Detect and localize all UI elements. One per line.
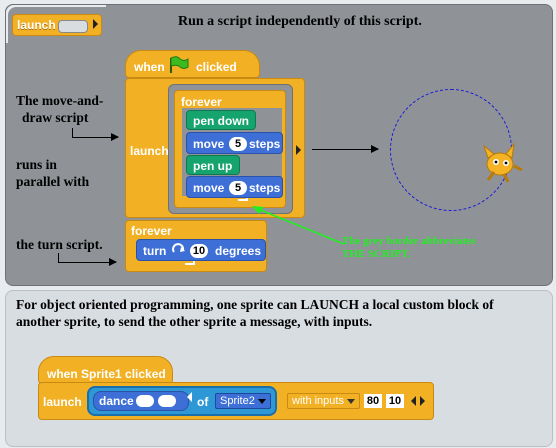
- green-flag-icon: [168, 56, 190, 77]
- turn-degrees-input[interactable]: 10: [190, 244, 208, 258]
- annotation-line: parallel with: [16, 174, 90, 189]
- dance-block[interactable]: dance: [93, 391, 189, 411]
- annotation-line: runs in: [16, 157, 57, 172]
- launch-label: launch: [130, 144, 169, 158]
- pen-down-block[interactable]: pen down: [186, 110, 256, 130]
- input-value-2[interactable]: 10: [386, 394, 404, 408]
- pointer-arrow-icon: [72, 133, 119, 141]
- when-flag-clicked-hat[interactable]: when clicked: [125, 50, 260, 78]
- steps-label: steps: [249, 181, 281, 195]
- palette-tab: launch: [6, 5, 106, 43]
- move-steps-input[interactable]: 5: [229, 137, 247, 151]
- hat-when-label: when: [134, 60, 165, 74]
- launch-label: launch: [43, 395, 82, 409]
- palette-launch-slot[interactable]: [58, 20, 88, 33]
- chevron-down-icon: [257, 398, 266, 404]
- palette-launch-label: launch: [17, 18, 56, 32]
- steps-label: steps: [249, 137, 281, 151]
- arrow-left-icon[interactable]: [411, 396, 416, 406]
- arrow-left-icon[interactable]: [187, 392, 192, 402]
- hat-label: when Sprite1 clicked: [47, 367, 166, 381]
- arrow-right-icon[interactable]: [93, 19, 98, 29]
- ring-slot[interactable]: dance of Sprite2: [87, 386, 277, 416]
- forever-outer-label: forever: [131, 224, 172, 238]
- sprite-icon: [476, 136, 524, 191]
- grey-border-note: The grey border abbreviates THE SCRIPT.: [342, 235, 476, 261]
- turn-clockwise-icon: [171, 243, 187, 260]
- dance-input-1[interactable]: [136, 395, 154, 407]
- chevron-down-icon: [346, 398, 355, 404]
- move-label: move: [193, 181, 225, 195]
- arrow-right-icon[interactable]: [296, 145, 301, 155]
- turn-block[interactable]: turn 10 degrees: [136, 239, 266, 261]
- of-label: of: [197, 395, 209, 409]
- turn-label: turn: [143, 244, 167, 258]
- forever-inner-label: forever: [181, 95, 222, 109]
- hat-clicked-label: clicked: [196, 60, 237, 74]
- with-inputs-label: with inputs: [292, 395, 344, 407]
- sprite-select-value: Sprite2: [220, 395, 255, 407]
- when-sprite-clicked-hat[interactable]: when Sprite1 clicked: [38, 356, 173, 384]
- with-inputs-select[interactable]: with inputs: [287, 393, 360, 409]
- annotation-runs-in-parallel: runs in parallel with: [16, 156, 89, 190]
- pointer-arrow-icon: [58, 258, 117, 266]
- annotation-move-and-draw: The move-and- draw script: [16, 92, 103, 126]
- move-block-1[interactable]: move 5 steps: [186, 132, 283, 154]
- launch-example-block[interactable]: launch dance of Sprite2 with inputs 80 1…: [38, 382, 434, 420]
- pen-down-label: pen down: [193, 114, 249, 128]
- annotation-turn-script: the turn script.: [16, 237, 103, 252]
- input-value-1[interactable]: 80: [364, 394, 382, 408]
- annotation-line: The move-and-: [16, 93, 104, 108]
- description-text: For object oriented programming, one spr…: [16, 297, 494, 329]
- pen-up-label: pen up: [193, 159, 233, 173]
- note-line: The grey border abbreviates: [342, 235, 476, 247]
- pointer-arrow-icon: [312, 145, 379, 153]
- arrow-right-icon[interactable]: [420, 396, 425, 406]
- move-steps-input[interactable]: 5: [229, 181, 247, 195]
- green-pointer-arrow-icon: [252, 206, 345, 245]
- move-block-2[interactable]: move 5 steps: [186, 176, 283, 198]
- dance-label: dance: [99, 394, 134, 408]
- pen-up-block[interactable]: pen up: [186, 155, 240, 175]
- sprite-select[interactable]: Sprite2: [215, 393, 271, 409]
- dance-input-2[interactable]: [158, 395, 176, 407]
- annotation-line: draw script: [22, 110, 89, 125]
- page-heading: Run a script independently of this scrip…: [178, 14, 422, 29]
- palette-launch-block[interactable]: launch: [12, 14, 102, 36]
- move-label: move: [193, 137, 225, 151]
- note-line: THE SCRIPT.: [342, 248, 411, 260]
